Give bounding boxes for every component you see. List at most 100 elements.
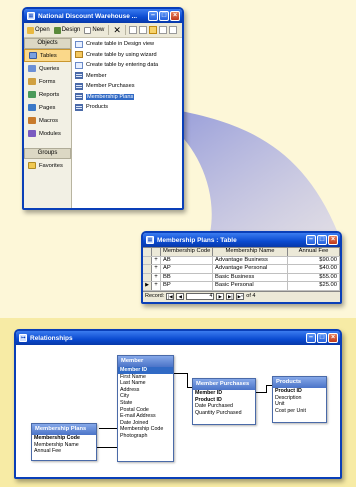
open-button[interactable]: Open: [26, 26, 51, 34]
column-header[interactable]: Membership Name: [213, 248, 288, 256]
next-record-button[interactable]: ▶: [216, 292, 225, 300]
current-record-field[interactable]: 4: [186, 292, 215, 300]
table-title[interactable]: Member Purchases: [193, 379, 255, 390]
products-table[interactable]: Products Product ID Description Unit Cos…: [272, 376, 327, 423]
object-tables[interactable]: Tables: [24, 49, 71, 62]
field[interactable]: City: [118, 393, 173, 400]
details-view-button[interactable]: [158, 26, 167, 34]
table-row[interactable]: + AB Advantage Business $90.00: [143, 256, 340, 265]
field[interactable]: State: [118, 400, 173, 407]
table-title[interactable]: Member: [118, 356, 173, 367]
field[interactable]: Address: [118, 387, 173, 394]
field[interactable]: Member ID: [118, 367, 173, 374]
field[interactable]: Quantity Purchased: [193, 410, 255, 417]
list-item-member[interactable]: Member: [72, 71, 182, 82]
table-row[interactable]: + BB Basic Business $55.00: [143, 273, 340, 282]
close-button[interactable]: ×: [328, 235, 338, 245]
record-selector[interactable]: [143, 256, 152, 264]
list-item-membership-plans[interactable]: Membership Plans: [72, 92, 182, 103]
column-header[interactable]: Membership Code: [161, 248, 213, 256]
field[interactable]: Annual Fee: [32, 448, 96, 455]
field[interactable]: E-mail Address: [118, 413, 173, 420]
field[interactable]: Description: [273, 395, 326, 402]
membership-plans-table[interactable]: Membership Plans Membership Code Members…: [31, 423, 97, 461]
table-cell[interactable]: AB: [161, 256, 213, 264]
grid-view-button[interactable]: [168, 26, 177, 34]
field[interactable]: Unit: [273, 401, 326, 408]
object-modules[interactable]: Modules: [24, 127, 71, 140]
groups-header[interactable]: Groups: [24, 148, 71, 159]
list-item-create-entering-data[interactable]: Create table by entering data: [72, 60, 182, 71]
delete-button[interactable]: ✕: [112, 25, 122, 36]
member-table[interactable]: Member Member ID First Name Last Name Ad…: [117, 355, 174, 462]
table-cell[interactable]: $25.00: [288, 282, 340, 290]
table-cell[interactable]: Basic Personal: [213, 282, 288, 290]
design-button[interactable]: Design: [53, 26, 82, 34]
expand-indicator[interactable]: +: [152, 273, 161, 281]
table-cell[interactable]: $40.00: [288, 265, 340, 273]
object-forms[interactable]: Forms: [24, 75, 71, 88]
field[interactable]: Membership Code: [118, 426, 173, 433]
list-item-create-wizard[interactable]: Create table by using wizard: [72, 50, 182, 61]
select-all-corner[interactable]: [143, 248, 152, 256]
list-view-button[interactable]: [148, 26, 157, 34]
field[interactable]: Product ID: [273, 388, 326, 395]
table-cell[interactable]: Basic Business: [213, 273, 288, 281]
table-cell[interactable]: $90.00: [288, 256, 340, 264]
field[interactable]: Date Joined: [118, 420, 173, 427]
table-title[interactable]: Membership Plans: [32, 424, 96, 435]
new-button[interactable]: New: [83, 26, 105, 34]
field[interactable]: Membership Code: [32, 435, 96, 442]
maximize-button[interactable]: □: [317, 235, 327, 245]
list-item-products[interactable]: Products: [72, 102, 182, 113]
field[interactable]: Product ID: [193, 397, 255, 404]
last-record-button[interactable]: ▶|: [226, 292, 235, 300]
expand-indicator[interactable]: +: [152, 282, 161, 290]
maximize-button[interactable]: □: [317, 333, 327, 343]
relationships-titlebar[interactable]: ⊶ Relationships – □ ×: [16, 331, 340, 345]
previous-record-button[interactable]: ◀: [176, 292, 185, 300]
objects-header[interactable]: Objects: [24, 38, 71, 49]
minimize-button[interactable]: –: [148, 11, 158, 21]
table-cell[interactable]: BB: [161, 273, 213, 281]
table-cell[interactable]: Advantage Business: [213, 256, 288, 264]
record-selector[interactable]: [143, 265, 152, 273]
object-macros[interactable]: Macros: [24, 114, 71, 127]
table-cell[interactable]: AP: [161, 265, 213, 273]
object-queries[interactable]: Queries: [24, 62, 71, 75]
close-button[interactable]: ×: [328, 333, 338, 343]
column-header[interactable]: Annual Fee: [288, 248, 340, 256]
field[interactable]: Date Purchased: [193, 403, 255, 410]
expand-indicator[interactable]: +: [152, 256, 161, 264]
table-title[interactable]: Products: [273, 377, 326, 388]
expand-indicator[interactable]: +: [152, 265, 161, 273]
field[interactable]: Last Name: [118, 380, 173, 387]
table-cell[interactable]: BP: [161, 282, 213, 290]
field[interactable]: Photograph: [118, 433, 173, 440]
record-selector[interactable]: [143, 273, 152, 281]
field[interactable]: Postal Code: [118, 407, 173, 414]
list-item-member-purchases[interactable]: Member Purchases: [72, 81, 182, 92]
field[interactable]: Cost per Unit: [273, 408, 326, 415]
table-cell[interactable]: $55.00: [288, 273, 340, 281]
member-purchases-table[interactable]: Member Purchases Member ID Product ID Da…: [192, 378, 256, 425]
field[interactable]: Member ID: [193, 390, 255, 397]
table-window-titlebar[interactable]: ▦ Membership Plans : Table – □ ×: [143, 233, 340, 247]
small-icons-view-button[interactable]: [138, 26, 147, 34]
table-row[interactable]: + AP Advantage Personal $40.00: [143, 265, 340, 274]
close-button[interactable]: ×: [170, 11, 180, 21]
object-pages[interactable]: Pages: [24, 101, 71, 114]
object-reports[interactable]: Reports: [24, 88, 71, 101]
field[interactable]: First Name: [118, 374, 173, 381]
maximize-button[interactable]: □: [159, 11, 169, 21]
database-window-titlebar[interactable]: ▦ National Discount Warehouse ... – □ ×: [24, 9, 182, 23]
minimize-button[interactable]: –: [306, 333, 316, 343]
current-record-indicator[interactable]: ▶: [143, 282, 152, 290]
minimize-button[interactable]: –: [306, 235, 316, 245]
field[interactable]: Membership Name: [32, 442, 96, 449]
list-item-create-design-view[interactable]: Create table in Design view: [72, 39, 182, 50]
table-row[interactable]: ▶ + BP Basic Personal $25.00: [143, 282, 340, 291]
table-cell[interactable]: Advantage Personal: [213, 265, 288, 273]
first-record-button[interactable]: |◀: [166, 292, 175, 300]
group-favorites[interactable]: Favorites: [24, 159, 71, 172]
